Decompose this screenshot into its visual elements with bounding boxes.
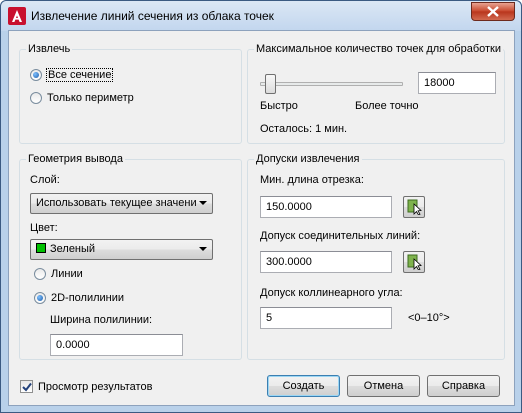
color-dropdown-value: Зеленый	[50, 243, 96, 255]
chevron-down-icon	[199, 247, 207, 251]
close-icon	[487, 6, 499, 17]
radio-lines[interactable]: Линии	[34, 267, 83, 281]
collinear-angle-range: <0–10°>	[408, 312, 450, 324]
close-button[interactable]	[471, 2, 515, 21]
radio-dot[interactable]	[34, 292, 46, 304]
preview-results-label: Просмотр результатов	[38, 380, 153, 393]
autocad-logo-icon	[8, 7, 26, 25]
min-length-input[interactable]: 150.0000	[260, 196, 392, 218]
radio-2d-polylines-label: 2D-полилинии	[51, 292, 125, 304]
extract-group-label: Извлечь	[26, 43, 73, 55]
polyline-width-label: Ширина полилинии:	[50, 314, 153, 326]
output-geometry-group-label: Геометрия вывода	[26, 153, 125, 165]
extract-group: Извлечь Все сечение Только периметр	[19, 43, 242, 144]
slider-accurate-label: Более точно	[355, 100, 419, 112]
radio-2d-polylines[interactable]: 2D-полилинии	[34, 291, 124, 305]
radio-whole-section[interactable]: Все сечение	[30, 68, 114, 82]
points-slider-track[interactable]	[260, 82, 403, 86]
preview-results-checkbox[interactable]: Просмотр результатов	[20, 379, 152, 394]
output-geometry-group: Геометрия вывода Слой: Использовать теку…	[19, 153, 242, 360]
radio-perimeter-only[interactable]: Только периметр	[30, 91, 134, 105]
radio-dot[interactable]	[34, 268, 46, 280]
radio-whole-section-label: Все сечение	[45, 68, 114, 82]
checkmark-icon	[22, 382, 32, 392]
polyline-width-input[interactable]: 0.0000	[50, 334, 183, 356]
color-swatch	[36, 243, 46, 253]
layer-dropdown-value: Использовать текущее значени	[36, 197, 197, 209]
radio-dot[interactable]	[30, 92, 42, 104]
max-points-input[interactable]: 18000	[418, 72, 496, 94]
collinear-angle-label: Допуск коллинеарного угла:	[260, 287, 403, 299]
pick-join-tolerance-button[interactable]	[403, 251, 425, 273]
dialog-window: Извлечение линий сечения из облака точек…	[0, 0, 522, 413]
min-length-label: Мин. длина отрезка:	[260, 174, 364, 186]
pick-min-length-button[interactable]	[403, 196, 425, 218]
pick-point-icon	[407, 254, 422, 270]
cancel-button[interactable]: Отмена	[347, 375, 420, 397]
layer-dropdown[interactable]: Использовать текущее значени	[30, 193, 213, 214]
max-points-group: Максимальное количество точек для обрабо…	[247, 43, 505, 144]
points-slider-thumb[interactable]	[265, 74, 276, 94]
radio-perimeter-only-label: Только периметр	[47, 92, 134, 104]
slider-fast-label: Быстро	[260, 100, 298, 112]
color-dropdown[interactable]: Зеленый	[30, 239, 213, 260]
color-label: Цвет:	[30, 222, 58, 234]
chevron-down-icon	[199, 201, 207, 205]
radio-lines-label: Линии	[51, 268, 83, 280]
tolerances-group-label: Допуски извлечения	[254, 153, 362, 165]
pick-point-icon	[407, 199, 422, 215]
time-remaining: Осталось: 1 мин.	[260, 123, 348, 135]
collinear-angle-input[interactable]: 5	[260, 307, 392, 329]
max-points-group-label: Максимальное количество точек для обрабо…	[254, 43, 504, 55]
layer-label: Слой:	[30, 174, 60, 186]
window-title: Извлечение линий сечения из облака точек	[31, 9, 274, 23]
checkbox-box[interactable]	[20, 380, 33, 393]
join-tolerance-input[interactable]: 300.0000	[260, 251, 392, 273]
create-button[interactable]: Создать	[267, 375, 340, 397]
title-bar[interactable]: Извлечение линий сечения из облака точек	[1, 1, 521, 31]
tolerances-group: Допуски извлечения Мин. длина отрезка: 1…	[247, 153, 505, 360]
join-tolerance-label: Допуск соединительных линий:	[260, 230, 421, 242]
radio-dot[interactable]	[30, 69, 42, 81]
help-button[interactable]: Справка	[427, 375, 500, 397]
dialog-client-area: Извлечь Все сечение Только периметр Макс…	[8, 30, 515, 406]
